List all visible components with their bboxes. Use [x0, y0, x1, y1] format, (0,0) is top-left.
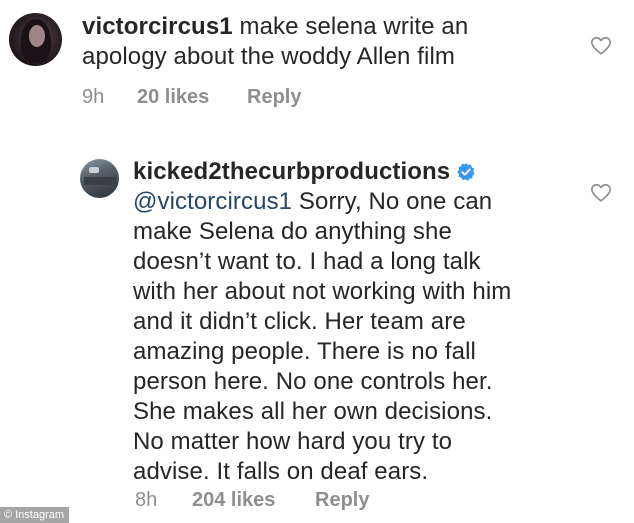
comment-2-line-7: person here. No one controls her. [133, 368, 493, 395]
comment-2-line-9: No matter how hard you try to [133, 428, 453, 455]
comment-2-meta: 8h 204 likes Reply [135, 489, 369, 512]
avatar-kicked2thecurbproductions[interactable] [80, 159, 119, 198]
avatar-victorcircus1[interactable] [9, 13, 62, 66]
heart-outline-icon[interactable] [590, 182, 612, 204]
comment-2-line-5: and it didn’t click. Her team are [133, 308, 466, 335]
comment-1-text-line2: apology about the woddy Allen film [82, 43, 455, 70]
comment-2-time: 8h [135, 489, 158, 511]
instagram-watermark: © Instagram [0, 507, 70, 523]
comment-1-username[interactable]: victorcircus1 [82, 13, 233, 40]
heart-outline-icon[interactable] [590, 35, 612, 57]
avatar-face [29, 25, 45, 47]
watermark-label: Instagram [15, 509, 65, 521]
verified-badge-icon [457, 163, 475, 181]
comment-2-line-10: advise. It falls on deaf ears. [133, 458, 429, 485]
comment-2-body: kicked2thecurbproductions @victorcircus1… [133, 157, 593, 487]
comment-2-line-2: make Selena do anything she [133, 218, 452, 245]
comment-1-body: victorcircus1 make selena write an apolo… [82, 12, 582, 72]
comment-1-likes[interactable]: 20 likes [137, 86, 247, 109]
comment-2-line-3: doesn’t want to. I had a long talk [133, 248, 481, 275]
comment-1-meta: 9h 20 likes Reply [82, 86, 301, 109]
avatar-bar [84, 177, 116, 185]
comment-2-line-8: She makes all her own decisions. [133, 398, 493, 425]
comment-2-mention[interactable]: @victorcircus1 [133, 188, 292, 215]
comment-1-time: 9h [82, 86, 105, 108]
copyright-symbol: © [4, 509, 13, 521]
comment-2-likes[interactable]: 204 likes [192, 489, 315, 512]
comment-2-line-4: with her about not working with him [133, 278, 512, 305]
comment-2-line-6: amazing people. There is no fall [133, 338, 476, 365]
avatar-light [89, 167, 99, 173]
comment-1-reply-button[interactable]: Reply [247, 86, 301, 109]
comment-2-username[interactable]: kicked2thecurbproductions [133, 158, 450, 185]
comment-1-text-line1: make selena write an [232, 13, 469, 40]
comment-2-reply-button[interactable]: Reply [315, 489, 369, 512]
comment-2-line-1: Sorry, No one can [292, 188, 493, 215]
